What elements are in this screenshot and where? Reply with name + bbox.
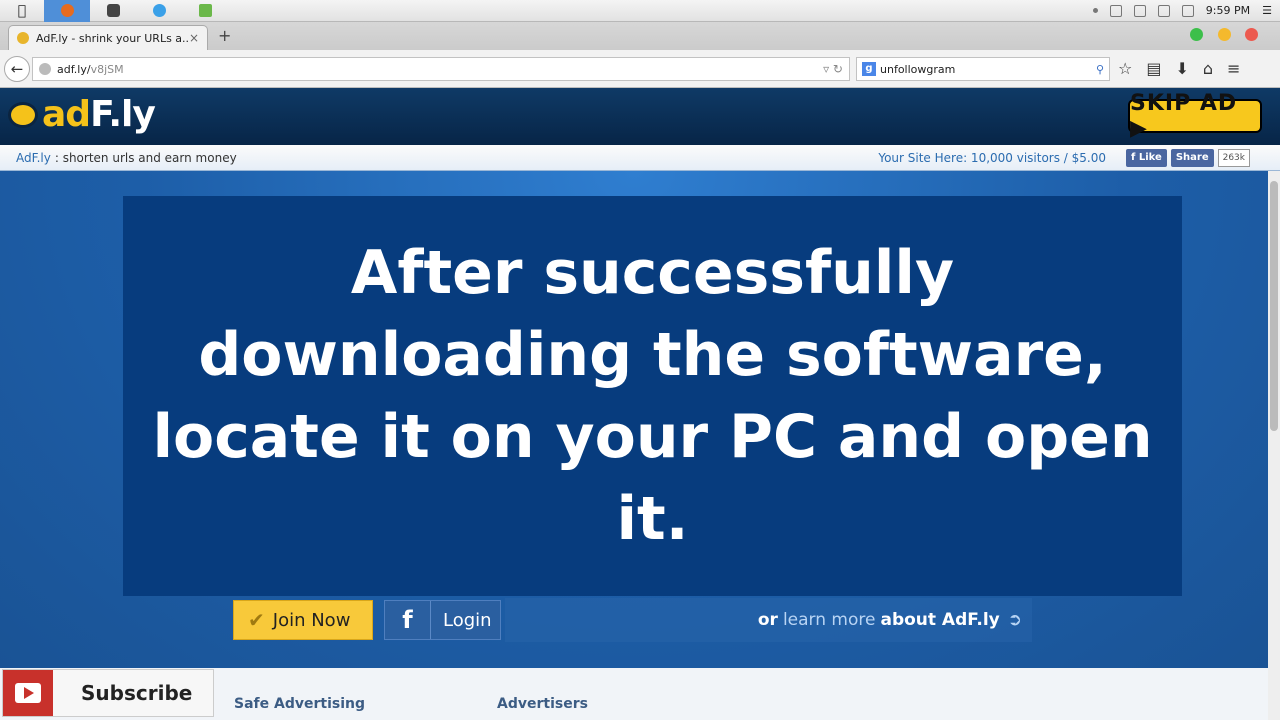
subscribe-label: Subscribe: [81, 681, 193, 705]
tray-flag-icon[interactable]: [1133, 4, 1146, 17]
globe-icon: [39, 63, 51, 75]
facebook-login-button[interactable]: f Login: [384, 600, 501, 640]
logo-fly: F.ly: [90, 94, 156, 135]
ad-banner[interactable]: After successfully downloading the softw…: [123, 196, 1182, 596]
tab-strip: AdF.ly - shrink your URLs a... × +: [0, 22, 1280, 50]
adfly-logo[interactable]: adF.ly: [8, 94, 156, 135]
logo-ad: ad: [42, 94, 91, 135]
scrollbar-thumb[interactable]: [1270, 181, 1278, 431]
advertise-link[interactable]: Your Site Here: 10,000 visitors / $5.00: [878, 151, 1106, 165]
nav-toolbar: ← adf.ly/ v8jSM ▿ ↻ g unfollowgram ⚲ ☆ ▤…: [0, 50, 1280, 88]
url-bar[interactable]: adf.ly/ v8jSM ▿ ↻: [32, 57, 850, 81]
facebook-share-button[interactable]: Share: [1170, 148, 1214, 167]
download-icon[interactable]: ⬇: [1175, 59, 1188, 78]
menu-list-icon[interactable]: ☰: [1262, 4, 1272, 17]
arrow-circle-icon[interactable]: ➲: [1008, 610, 1022, 630]
new-tab-button[interactable]: +: [218, 26, 231, 45]
tray-icon-2[interactable]: [1109, 4, 1122, 17]
learn-about: about AdF.ly: [880, 610, 1000, 630]
login-label: Login: [443, 609, 492, 631]
reload-icon[interactable]: ▿ ↻: [823, 62, 843, 76]
facebook-like-button[interactable]: f Like: [1126, 148, 1167, 167]
facebook-icon: f: [385, 601, 431, 639]
adfly-header: adF.ly SKIP AD ▶: [0, 88, 1280, 145]
window-close-button[interactable]: [1245, 28, 1258, 41]
apple-icon[interactable]: : [0, 3, 44, 19]
learn-or: or: [757, 610, 778, 630]
tab-title: AdF.ly - shrink your URLs a...: [36, 31, 189, 45]
reading-list-icon[interactable]: ▤: [1146, 59, 1161, 78]
skip-ad-button[interactable]: SKIP AD ▶: [1128, 91, 1262, 141]
share-count: 263k: [1217, 148, 1250, 167]
info-bar: AdF.ly : shorten urls and earn money You…: [0, 145, 1280, 171]
bookmark-star-icon[interactable]: ☆: [1118, 59, 1132, 78]
mac-menubar:  9:59 PM ☰: [0, 0, 1280, 22]
app-icon-3[interactable]: [136, 0, 182, 22]
scrollbar[interactable]: [1268, 171, 1280, 720]
learn-more-link[interactable]: learn more: [783, 610, 876, 630]
tagline: : shorten urls and earn money: [54, 150, 237, 165]
ad-message: After successfully downloading the softw…: [152, 238, 1153, 554]
app-icon-4[interactable]: [182, 0, 228, 22]
brand-link[interactable]: AdF.ly: [16, 151, 51, 165]
tray-icon-5[interactable]: [1181, 4, 1194, 17]
window-minimize-button[interactable]: [1218, 28, 1231, 41]
tab-close-icon[interactable]: ×: [189, 31, 199, 45]
youtube-subscribe-button[interactable]: Subscribe: [2, 669, 214, 717]
footer-advertisers[interactable]: Advertisers: [497, 696, 588, 712]
google-icon[interactable]: g: [862, 62, 876, 76]
join-label: Join Now: [272, 609, 351, 631]
youtube-icon: [3, 670, 53, 716]
search-icon[interactable]: ⚲: [1096, 63, 1104, 76]
learn-more-bar: or learn more about AdF.ly ➲: [505, 598, 1032, 642]
tray-icon-1[interactable]: [1092, 8, 1098, 13]
home-icon[interactable]: ⌂: [1203, 59, 1213, 78]
url-host: adf.ly/: [57, 62, 91, 76]
join-now-button[interactable]: ✔ Join Now: [233, 600, 373, 640]
favicon-icon: [17, 32, 29, 44]
search-bar[interactable]: g unfollowgram ⚲: [856, 57, 1110, 81]
hamburger-menu-icon[interactable]: ≡: [1227, 59, 1240, 78]
tray-icon-4[interactable]: [1157, 4, 1170, 17]
url-path: v8jSM: [90, 62, 124, 76]
back-button[interactable]: ←: [4, 56, 30, 82]
footer-safe-advertising[interactable]: Safe Advertising: [234, 696, 365, 712]
tab-adfly[interactable]: AdF.ly - shrink your URLs a... ×: [8, 25, 208, 50]
bee-icon: [8, 101, 38, 128]
firefox-app-icon[interactable]: [44, 0, 90, 22]
checkmark-icon: ✔: [248, 608, 265, 632]
app-icon-2[interactable]: [90, 0, 136, 22]
search-input[interactable]: unfollowgram: [880, 63, 955, 76]
clock[interactable]: 9:59 PM: [1206, 4, 1250, 17]
window-zoom-button[interactable]: [1190, 28, 1203, 41]
